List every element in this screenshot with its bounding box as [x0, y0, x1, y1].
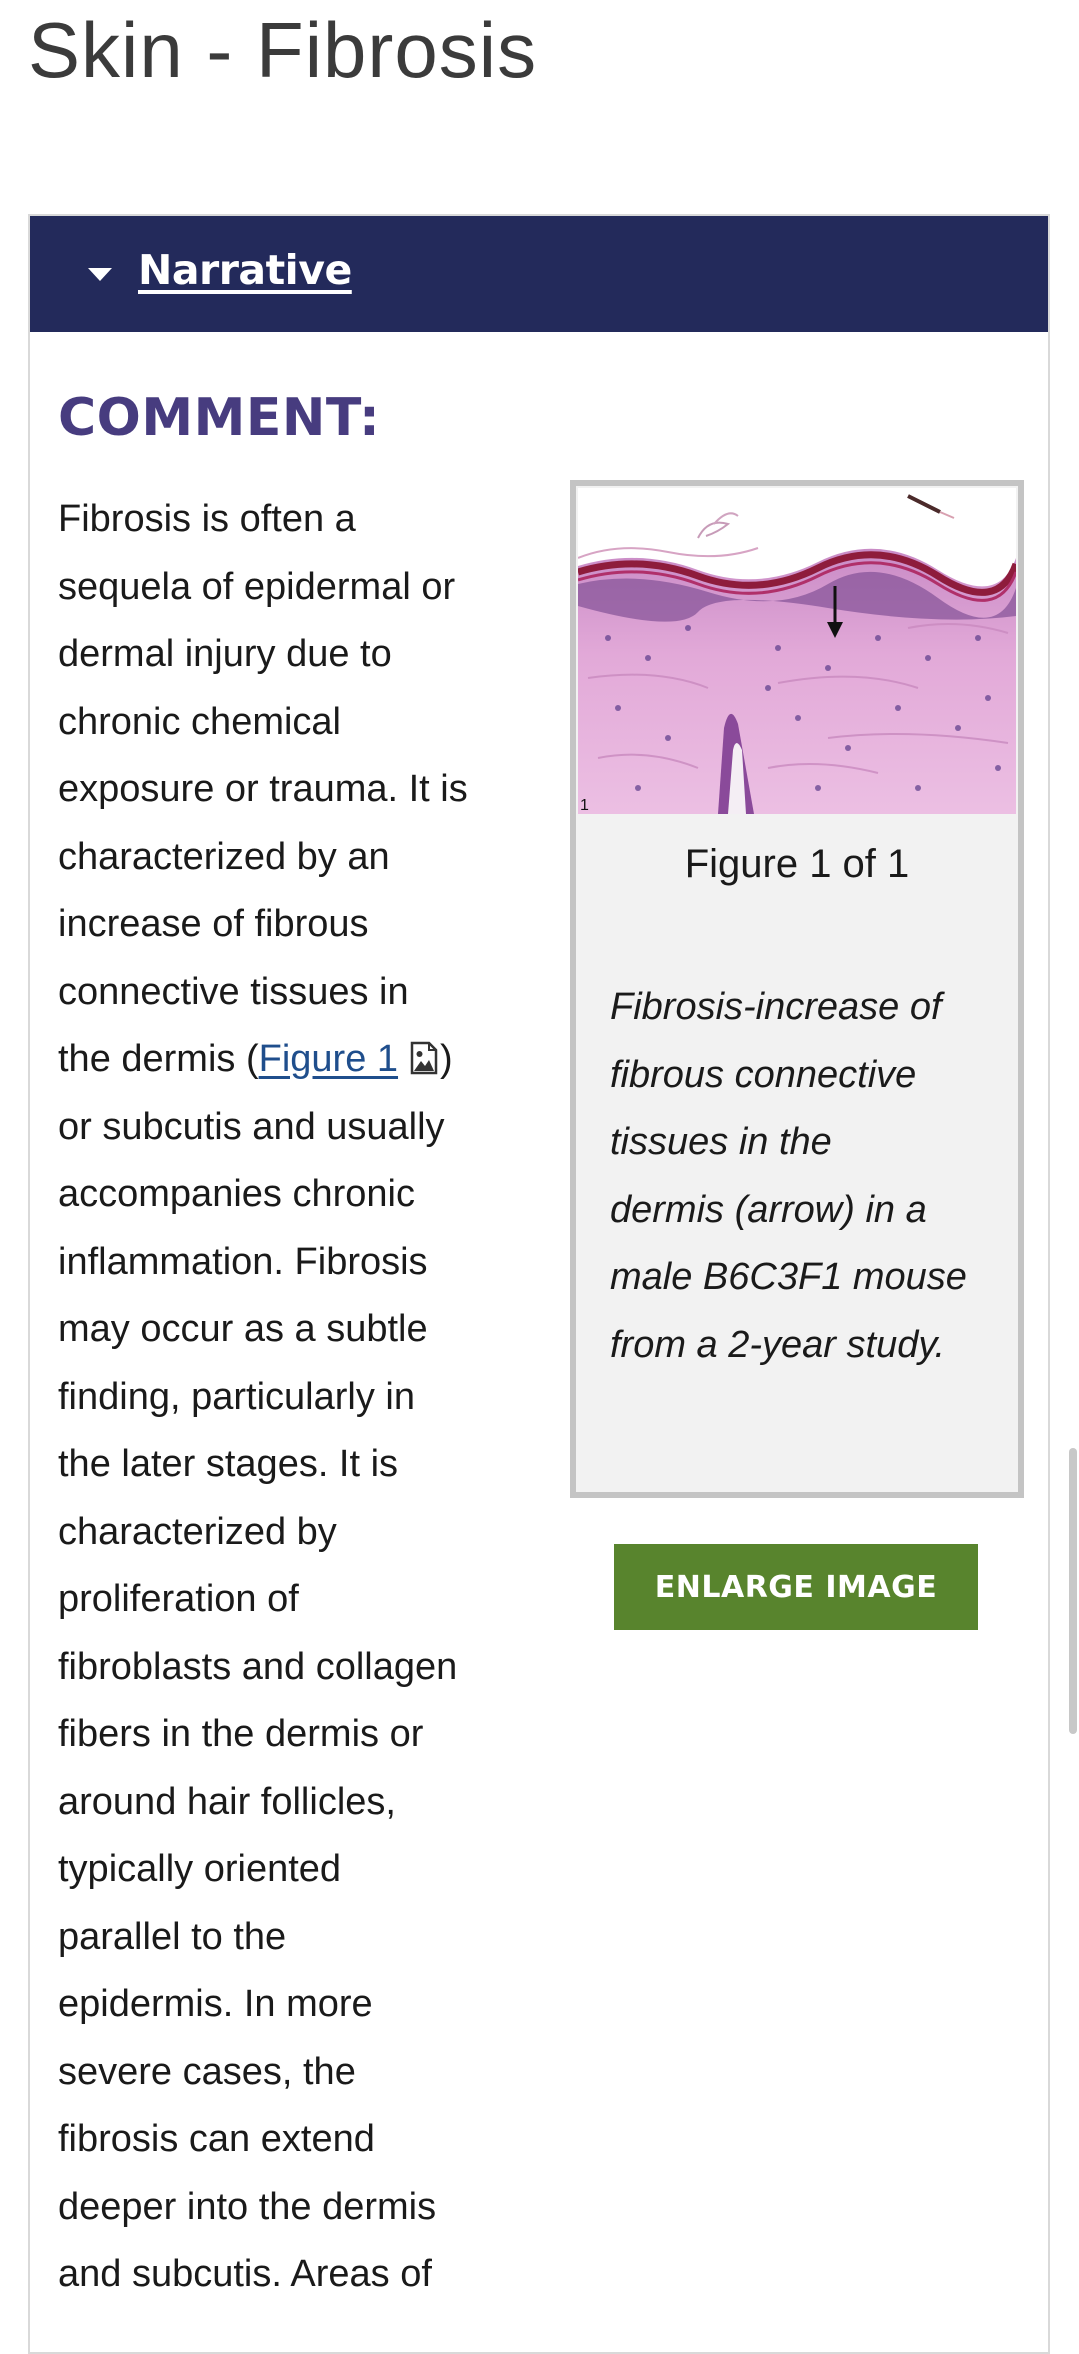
comment-line-suffix: ) [440, 1038, 453, 1080]
comment-line: deeper into the dermis [58, 2185, 437, 2228]
narrative-header[interactable]: Narrative [30, 216, 1048, 332]
figure-counter: Figure 1 of 1 [684, 842, 910, 886]
figure-1-link[interactable]: Figure 1 [259, 1038, 398, 1080]
comment-line: proliferation of [58, 1578, 299, 1620]
caption-line: dermis (arrow) in a [610, 1188, 927, 1231]
comment-line: typically oriented [58, 1848, 342, 1890]
narrative-panel: Narrative COMMENT: Fibrosis is often a s… [28, 214, 1050, 2354]
narrative-toggle-link[interactable]: Narrative [138, 246, 352, 294]
comment-line: or subcutis and usually [58, 1105, 445, 1148]
figure-caption: Fibrosis-increase of fibrous connective … [610, 974, 1010, 1379]
comment-line: the later stages. It is [58, 1443, 399, 1485]
figure-card: 1 Figure 1 of 1 Fibrosis-increase of fib… [570, 480, 1024, 1498]
caption-line: from a 2-year study. [610, 1323, 946, 1366]
page-title: Skin - Fibrosis [28, 6, 538, 94]
comment-line: Fibrosis is often a [58, 498, 356, 540]
comment-line: increase of fibrous [58, 903, 369, 945]
comment-line: fibroblasts and collagen [58, 1645, 458, 1688]
comment-line: finding, particularly in [58, 1375, 415, 1418]
comment-line: characterized by an [58, 835, 390, 878]
caption-line: Fibrosis-increase of [610, 986, 942, 1028]
comment-line: and subcutis. Areas of [58, 2253, 432, 2295]
comment-line: around hair follicles, [58, 1780, 396, 1823]
comment-line: characterized by [58, 1510, 337, 1553]
comment-line: inflammation. Fibrosis [58, 1240, 428, 1283]
comment-line: exposure or trauma. It is [58, 768, 468, 810]
comment-line: connective tissues in [58, 970, 409, 1013]
comment-body: Fibrosis is often a sequela of epidermal… [58, 486, 578, 2309]
scrollbar[interactable] [1069, 1448, 1077, 1734]
comment-line: fibrosis can extend [58, 2118, 375, 2160]
comment-line: severe cases, the [58, 2050, 356, 2093]
caret-down-icon[interactable] [88, 268, 112, 281]
comment-line: fibers in the dermis or [58, 1713, 424, 1755]
comment-line: may occur as a subtle [58, 1308, 428, 1350]
caption-line: tissues in the [610, 1121, 832, 1163]
comment-line: dermal injury due to [58, 633, 392, 675]
figure-1-image[interactable]: 1 [578, 488, 1016, 814]
comment-line: sequela of epidermal or [58, 565, 456, 608]
comment-line: parallel to the [58, 1915, 287, 1958]
comment-line-prefix: the dermis ( [58, 1038, 259, 1080]
comment-line: epidermis. In more [58, 1983, 373, 2025]
enlarge-image-button[interactable]: ENLARGE IMAGE [614, 1544, 978, 1630]
figure-image-number: 1 [580, 797, 589, 814]
caption-line: fibrous connective [610, 1053, 917, 1096]
caption-line: male B6C3F1 mouse [610, 1256, 967, 1298]
comment-line: accompanies chronic [58, 1173, 415, 1215]
image-icon[interactable] [410, 1030, 438, 1075]
comment-heading: COMMENT: [58, 388, 381, 448]
comment-line: chronic chemical [58, 700, 341, 743]
comment-line-figure-ref: the dermis (Figure 1) [58, 1026, 578, 1094]
